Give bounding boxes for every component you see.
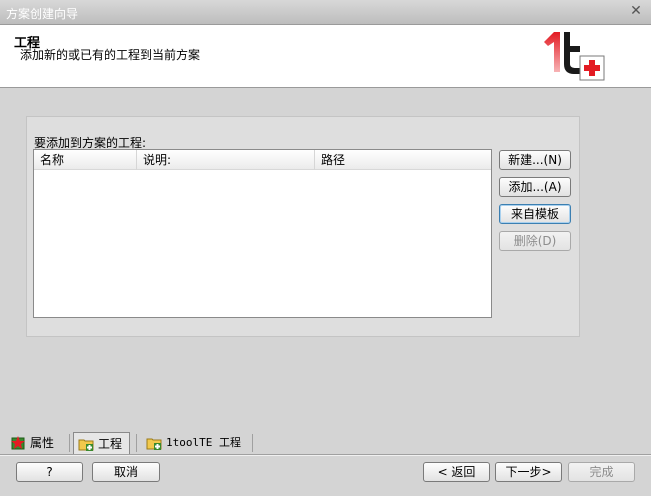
- column-header-name[interactable]: 名称: [34, 150, 137, 170]
- wizard-body: 要添加到方案的工程: 名称 说明: 路径 新建...(N) 添加...(A) 来…: [0, 89, 651, 496]
- tab-separator: [69, 434, 70, 452]
- 1toolte-project-icon: [146, 438, 162, 450]
- tab-label: 1toolTE 工程: [166, 436, 241, 449]
- tab-separator: [136, 434, 137, 452]
- add-project-button[interactable]: 添加...(A): [499, 177, 571, 197]
- tab-separator: [252, 434, 253, 452]
- tab-project[interactable]: 工程: [73, 432, 130, 454]
- delete-project-button[interactable]: 删除(D): [499, 231, 571, 251]
- window-title: 方案创建向导: [6, 7, 79, 21]
- help-button[interactable]: ?: [16, 462, 83, 482]
- wizard-header: 工程 添加新的或已有的工程到当前方案: [0, 25, 651, 88]
- column-header-description[interactable]: 说明:: [137, 150, 315, 170]
- finish-button[interactable]: 完成: [568, 462, 635, 482]
- from-template-button[interactable]: 来自模板: [499, 204, 571, 224]
- cancel-button[interactable]: 取消: [92, 462, 160, 482]
- list-header: 名称 说明: 路径: [34, 150, 491, 170]
- wizard-tabs: 属性 工程 1toolTE 工程: [0, 432, 651, 454]
- projects-list[interactable]: 名称 说明: 路径: [33, 149, 492, 318]
- app-logo-icon: [544, 32, 605, 81]
- project-icon: [78, 439, 94, 451]
- projects-panel: 要添加到方案的工程: 名称 说明: 路径 新建...(N) 添加...(A) 来…: [26, 116, 580, 337]
- tab-1toolte-project[interactable]: 1toolTE 工程: [142, 432, 252, 454]
- tab-properties[interactable]: 属性: [6, 432, 66, 454]
- new-project-button[interactable]: 新建...(N): [499, 150, 571, 170]
- tab-label: 属性: [30, 436, 55, 450]
- close-icon[interactable]: ✕: [629, 4, 643, 18]
- next-button[interactable]: 下一步>: [495, 462, 562, 482]
- title-bar: 方案创建向导 ✕: [0, 0, 651, 25]
- tab-label: 工程: [98, 437, 123, 451]
- page-subtitle: 添加新的或已有的工程到当前方案: [20, 48, 201, 62]
- column-header-path[interactable]: 路径: [315, 150, 491, 170]
- footer-divider-highlight: [0, 455, 651, 456]
- properties-icon: [11, 436, 25, 450]
- back-button[interactable]: < 返回: [423, 462, 490, 482]
